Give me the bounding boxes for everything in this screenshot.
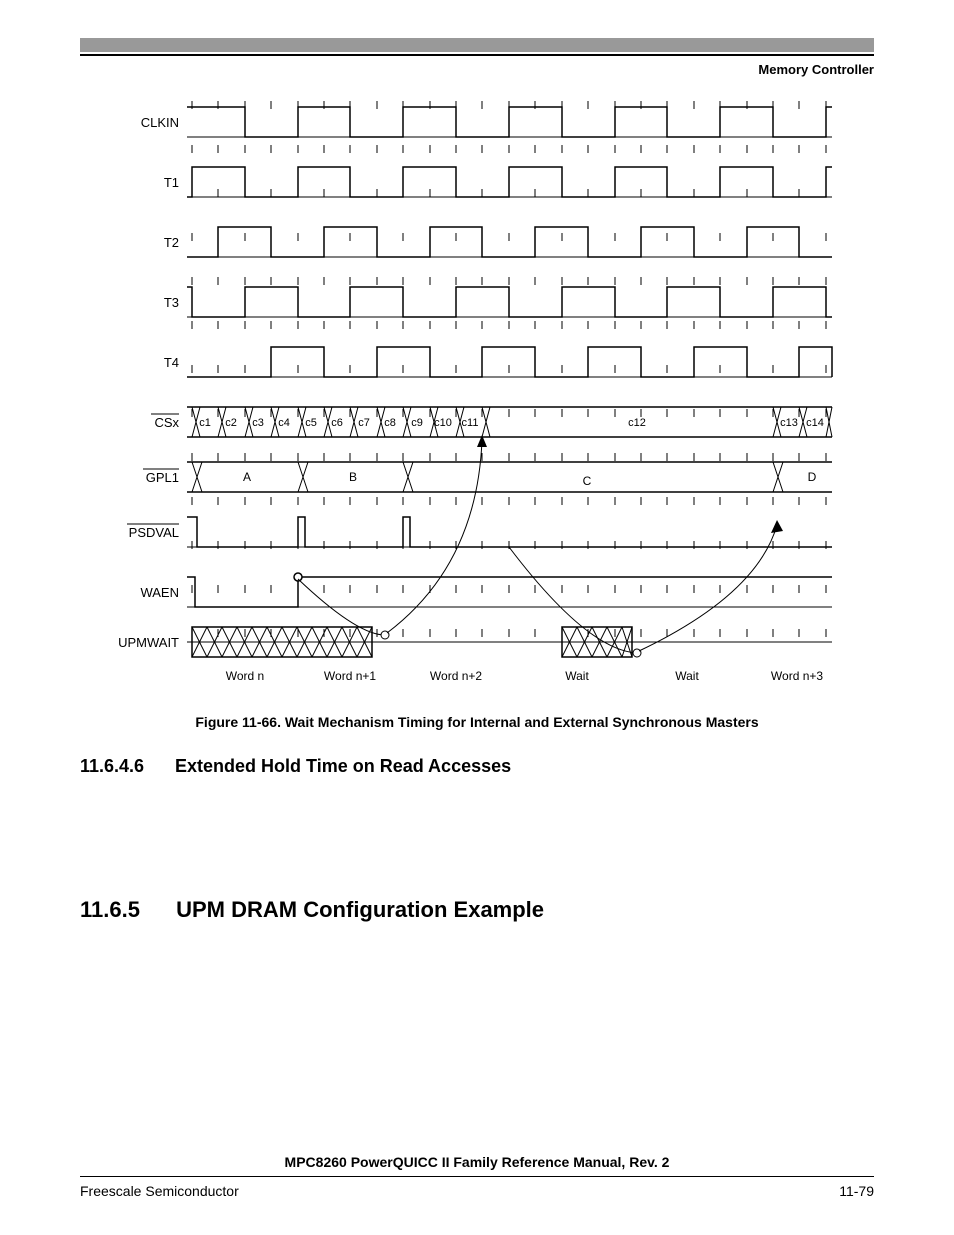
lbl-upmwait: UPMWAIT	[118, 635, 179, 650]
lbl-gpl1: GPL1	[146, 470, 179, 485]
svg-text:c2: c2	[225, 417, 237, 429]
svg-text:c12: c12	[628, 417, 646, 429]
timing-diagram: CLKIN T1 T2 T3 T4 CSx GPL1 PSDVAL WAEN U…	[117, 95, 837, 730]
page-footer: MPC8260 PowerQUICC II Family Reference M…	[80, 1154, 874, 1199]
footer-title: MPC8260 PowerQUICC II Family Reference M…	[80, 1154, 874, 1177]
svg-text:c1: c1	[199, 417, 211, 429]
header-thick-rule	[80, 38, 874, 52]
lbl-waen: WAEN	[140, 585, 179, 600]
svg-text:c11: c11	[462, 417, 479, 429]
section-number: 11.6.5	[80, 897, 170, 923]
page: Memory Controller CLKIN T1 T2 T3 T4 CSx	[0, 0, 954, 1235]
svg-text:c9: c9	[411, 417, 423, 429]
header-section: Memory Controller	[80, 62, 874, 77]
svg-text:Word n+1: Word n+1	[324, 669, 376, 683]
svg-text:c13: c13	[780, 417, 798, 429]
svg-text:c8: c8	[384, 417, 396, 429]
lbl-psdval: PSDVAL	[129, 525, 179, 540]
svg-text:Word n+2: Word n+2	[430, 669, 482, 683]
word-labels: Word n Word n+1 Word n+2 Wait Wait Word …	[226, 669, 824, 683]
svg-text:c3: c3	[252, 417, 264, 429]
lbl-csx: CSx	[154, 415, 179, 430]
svg-text:Wait: Wait	[675, 669, 699, 683]
svg-text:Word n+3: Word n+3	[771, 669, 823, 683]
lbl-clkin: CLKIN	[141, 115, 179, 130]
lbl-t3: T3	[164, 295, 179, 310]
svg-text:Wait: Wait	[565, 669, 589, 683]
section-title: UPM DRAM Configuration Example	[176, 897, 544, 922]
section-number: 11.6.4.6	[80, 756, 170, 777]
lbl-t4: T4	[164, 355, 179, 370]
csx-cycle-labels: c1 c2 c3 c4 c5 c6 c7 c8 c9 c10 c11 c12 c…	[199, 417, 824, 429]
svg-text:C: C	[583, 474, 592, 488]
timing-svg: CLKIN T1 T2 T3 T4 CSx GPL1 PSDVAL WAEN U…	[117, 95, 837, 695]
waveforms	[187, 107, 832, 657]
section-title: Extended Hold Time on Read Accesses	[175, 756, 511, 776]
lbl-t2: T2	[164, 235, 179, 250]
svg-text:B: B	[349, 470, 357, 484]
lbl-t1: T1	[164, 175, 179, 190]
signal-labels: CLKIN T1 T2 T3 T4 CSx GPL1 PSDVAL WAEN U…	[118, 115, 179, 650]
svg-text:A: A	[243, 470, 251, 484]
svg-text:c10: c10	[434, 417, 452, 429]
svg-text:c6: c6	[331, 417, 343, 429]
svg-text:c14: c14	[806, 417, 824, 429]
figure-caption: Figure 11-66. Wait Mechanism Timing for …	[117, 714, 837, 730]
footer-right: 11-79	[839, 1183, 874, 1199]
header-thin-rule	[80, 54, 874, 56]
svg-text:c7: c7	[358, 417, 370, 429]
section-11.6.4.6: 11.6.4.6 Extended Hold Time on Read Acce…	[80, 756, 874, 777]
svg-text:Word n: Word n	[226, 669, 264, 683]
footer-left: Freescale Semiconductor	[80, 1183, 239, 1199]
svg-text:D: D	[808, 470, 817, 484]
section-11.6.5: 11.6.5 UPM DRAM Configuration Example	[80, 897, 874, 923]
svg-text:c5: c5	[305, 417, 317, 429]
gpl-segment-labels: A B C D	[243, 470, 817, 488]
svg-text:c4: c4	[278, 417, 290, 429]
